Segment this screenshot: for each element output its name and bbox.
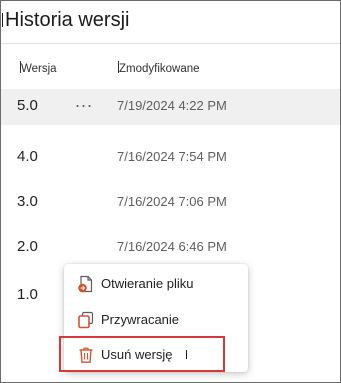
modified-date: 7/16/2024 7:54 PM	[117, 149, 227, 164]
menu-item-open-file[interactable]: Otwieranie pliku	[64, 267, 248, 301]
version-number: 1.0	[17, 286, 38, 303]
menu-item-label: Otwieranie pliku	[101, 276, 194, 291]
modified-date: 7/16/2024 6:46 PM	[117, 239, 227, 254]
menu-item-label: Przywracanie	[101, 312, 180, 327]
highlight-box	[59, 336, 225, 372]
table-row[interactable]: 3.0 7/16/2024 7:06 PM	[1, 185, 340, 221]
table-row[interactable]: 4.0 7/16/2024 7:54 PM	[1, 140, 340, 176]
version-history-panel: Historia wersji Wersja Zmodyfikowane 5.0…	[0, 0, 341, 383]
table-row[interactable]: 2.0 7/16/2024 6:46 PM	[1, 230, 340, 266]
version-number: 4.0	[17, 148, 38, 165]
column-header-modified[interactable]: Zmodyfikowane	[119, 63, 200, 75]
modified-date: 7/16/2024 7:06 PM	[117, 194, 227, 209]
version-number: 2.0	[17, 238, 38, 255]
table-row[interactable]: 5.0 ... 7/19/2024 4:22 PM	[1, 89, 340, 125]
modified-date: 7/19/2024 4:22 PM	[117, 98, 227, 113]
version-number: 5.0	[17, 97, 38, 114]
restore-icon	[77, 311, 95, 329]
page-title: Historia wersji	[5, 9, 130, 31]
text-cursor	[186, 350, 187, 359]
file-open-icon	[77, 275, 95, 293]
panel-header: Historia wersji	[1, 1, 340, 44]
version-number: 3.0	[17, 193, 38, 210]
more-actions-button[interactable]: ...	[75, 91, 93, 112]
title-caret	[2, 13, 3, 27]
column-header-version[interactable]: Wersja	[21, 63, 57, 75]
menu-item-restore[interactable]: Przywracanie	[64, 303, 248, 337]
